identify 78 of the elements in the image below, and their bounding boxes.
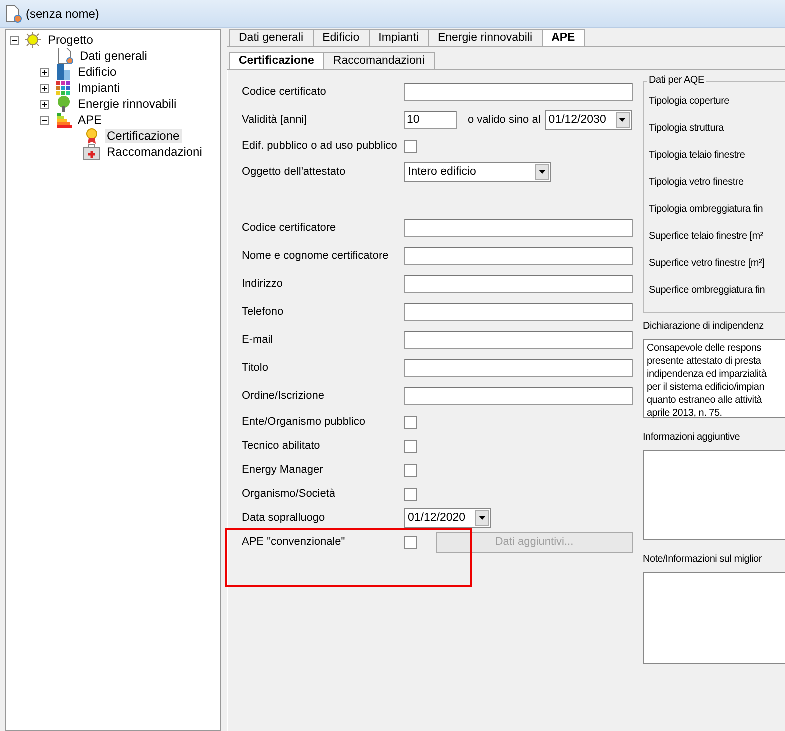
dropdown[interactable]: Intero edificio [404,162,551,182]
field-label: Note/Informazioni sul miglior [643,554,763,567]
tab[interactable]: Energie rinnovabili [428,29,543,46]
sun-icon [23,32,43,48]
field-label: Organismo/Società [242,488,337,500]
color-grid-icon [53,80,73,96]
window-title: (senza nome) [26,6,100,20]
field-label: Indirizzo [242,278,284,290]
text-area[interactable] [643,572,785,664]
tab[interactable]: Raccomandazioni [323,52,435,69]
field-label: Ordine/Iscrizione [242,390,326,402]
field-label: Tecnico abilitato [242,440,322,452]
dropdown-arrow-icon [478,516,486,520]
field-label: E-mail [242,334,274,346]
field-label: Oggetto dell'attestato [242,166,347,178]
field-label: Data sopralluogo [242,512,326,524]
checkbox[interactable] [404,416,417,428]
checkbox[interactable] [404,440,417,452]
input-field[interactable] [404,219,633,237]
checkbox[interactable] [404,140,417,152]
field-label: Dichiarazione di indipendenz [643,321,765,334]
tree-item[interactable]: Energie rinnovabili [76,97,179,111]
text-area[interactable] [643,450,785,540]
tab[interactable]: APE [542,29,586,46]
field-label: Nome e cognome certificatore [242,250,390,262]
tree-item[interactable]: Raccomandazioni [105,145,204,159]
tree-item[interactable]: Progetto [46,33,96,47]
tab[interactable]: Certificazione [229,52,324,69]
checkbox[interactable] [404,464,417,476]
document-icon [6,4,22,22]
text-area[interactable]: Consapevole delle respons presente attestato di presta indipendenza ed imparzialità per il sistema edificio/impian quanto estraneo alle attività aprile 2013, n. 75. [643,339,785,418]
input-field[interactable] [404,331,633,349]
tree-item[interactable]: Dati generali [78,49,150,63]
field-label: o valido sino al [468,114,541,126]
date-picker[interactable]: 01/12/2030 [544,110,632,130]
field-label: Informazioni aggiuntive [643,432,742,445]
checkbox[interactable] [404,488,417,500]
field-label: Superfice vetro finestre [m²] [649,257,766,271]
field-label: Validità [anni] [242,114,308,126]
tree-item[interactable]: Certificazione [105,129,182,143]
dropdown-arrow-icon [619,118,626,122]
field-label: Tipologia vetro finestre [649,176,745,190]
field-label: Codice certificatore [242,222,338,234]
input-field[interactable] [404,303,633,321]
field-label: APE "convenzionale" [242,536,346,548]
input-field[interactable]: 10 [404,111,457,129]
input-field[interactable] [404,83,633,101]
expand-icon[interactable] [40,84,49,92]
tree-item[interactable]: Edificio [76,65,119,79]
field-label: Ente/Organismo pubblico [242,416,367,428]
group-title: Dati per AQE [647,75,706,86]
field-label: Superfice telaio finestre [m² [649,230,764,244]
tree-item[interactable]: Impianti [76,81,122,95]
field-label: Tipologia struttura [649,122,726,136]
field-label: Codice certificato [242,86,328,98]
tab[interactable]: Dati generali [229,29,314,46]
input-field[interactable] [404,275,633,293]
date-picker[interactable]: 01/12/2020 [404,508,491,528]
field-label: Tipologia coperture [649,95,730,109]
tab[interactable]: Impianti [368,29,429,46]
collapse-icon[interactable] [40,116,49,124]
field-label: Energy Manager [242,464,324,476]
input-field[interactable] [404,387,633,405]
first-aid-kit-icon [82,144,102,160]
tree-item[interactable]: APE [76,113,104,127]
field-label: Edif. pubblico o ad uso pubblico [242,140,398,152]
field-label: Titolo [242,362,270,374]
field-label: Telefono [242,306,285,318]
dropdown-arrow-icon [538,170,546,174]
expand-icon[interactable] [40,100,49,108]
field-label: Superfice ombreggiatura fin [649,284,766,298]
input-field[interactable] [404,359,633,377]
checkbox[interactable] [404,536,417,548]
field-label: Tipologia telaio finestre [649,149,746,163]
input-field[interactable] [404,247,633,265]
collapse-icon[interactable] [10,36,19,44]
expand-icon[interactable] [40,68,49,76]
field-label: Tipologia ombreggiatura fin [649,203,764,217]
